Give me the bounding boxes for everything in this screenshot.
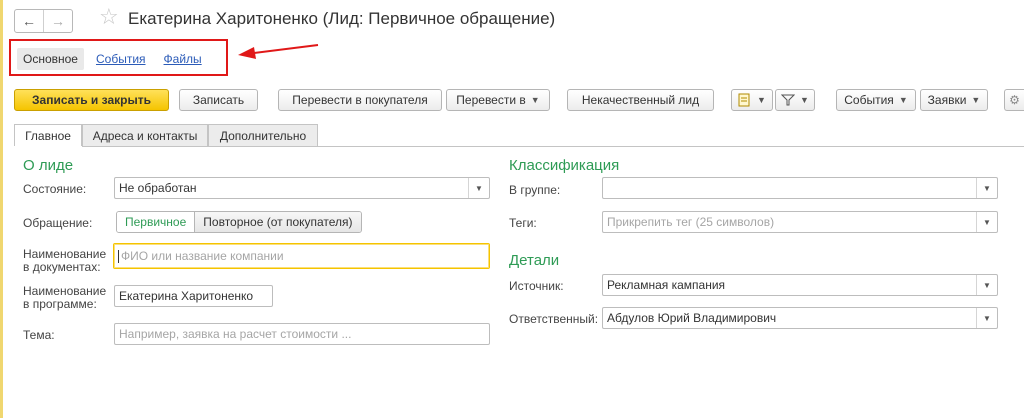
print-doc-icon xyxy=(738,93,750,107)
history-nav: ← → xyxy=(14,9,73,33)
topic-label: Тема: xyxy=(23,328,55,342)
tab-extra[interactable]: Дополнительно xyxy=(208,124,318,146)
chevron-down-icon: ▼ xyxy=(757,95,766,105)
requests-menu-label: Заявки xyxy=(927,93,967,107)
source-label: Источник: xyxy=(509,279,564,293)
responsible-label: Ответственный: xyxy=(509,312,599,326)
progname-value: Екатерина Харитоненко xyxy=(119,289,254,303)
about-section-title: О лиде xyxy=(23,157,74,174)
window-edge xyxy=(0,0,3,418)
back-arrow-icon[interactable]: ← xyxy=(15,10,43,32)
events-menu-label: События xyxy=(844,93,894,107)
events-menu-button[interactable]: События ▼ xyxy=(836,89,916,111)
details-section-title: Детали xyxy=(509,252,560,269)
active-tab-gap xyxy=(14,146,82,147)
docname-label-line2: в документах: xyxy=(23,260,101,274)
progname-label-line2: в программе: xyxy=(23,297,97,311)
tags-input[interactable]: Прикрепить тег (25 символов) ▼ xyxy=(602,211,998,233)
responsible-select[interactable]: Абдулов Юрий Владимирович ▼ xyxy=(602,307,998,329)
dropdown-arrow-icon[interactable]: ▼ xyxy=(976,308,997,328)
tags-label: Теги: xyxy=(509,216,537,230)
chevron-down-icon: ▼ xyxy=(530,95,540,105)
gear-icon: ⚙ xyxy=(1009,93,1020,107)
chevron-down-icon: ▼ xyxy=(898,95,908,105)
state-select[interactable]: Не обработан ▼ xyxy=(114,177,490,199)
convert-to-button[interactable]: Перевести в ▼ xyxy=(446,89,550,111)
settings-button[interactable]: ⚙ xyxy=(1004,89,1024,111)
to-customer-button[interactable]: Перевести в покупателя xyxy=(278,89,442,111)
dropdown-arrow-icon[interactable]: ▼ xyxy=(468,178,489,198)
highlight-frame xyxy=(9,39,228,76)
state-label: Состояние: xyxy=(23,182,87,196)
docname-placeholder: ФИО или название компании xyxy=(121,249,284,263)
dropdown-arrow-icon[interactable]: ▼ xyxy=(976,212,997,232)
classification-section-title: Классификация xyxy=(509,157,620,174)
group-select[interactable]: ▼ xyxy=(602,177,998,199)
tab-main[interactable]: Главное xyxy=(14,124,82,147)
favorite-star-icon[interactable]: ☆ xyxy=(99,6,119,28)
text-cursor xyxy=(118,249,119,263)
topic-placeholder: Например, заявка на расчет стоимости ... xyxy=(119,327,352,341)
progname-input[interactable]: Екатерина Харитоненко xyxy=(114,285,273,307)
save-button[interactable]: Записать xyxy=(179,89,258,111)
source-select[interactable]: Рекламная кампания ▼ xyxy=(602,274,998,296)
convert-to-label: Перевести в xyxy=(456,93,526,107)
topic-input[interactable]: Например, заявка на расчет стоимости ... xyxy=(114,323,490,345)
dropdown-arrow-icon[interactable]: ▼ xyxy=(976,275,997,295)
tab-addresses[interactable]: Адреса и контакты xyxy=(82,124,208,146)
state-value: Не обработан xyxy=(119,181,197,195)
docname-input[interactable]: ФИО или название компании xyxy=(113,243,490,269)
low-quality-lead-button[interactable]: Некачественный лид xyxy=(567,89,714,111)
print-button[interactable]: ▼ xyxy=(731,89,773,111)
page-title: Екатерина Харитоненко (Лид: Первичное об… xyxy=(128,9,556,28)
forward-arrow-icon[interactable]: → xyxy=(43,10,72,32)
annotation-arrow-icon xyxy=(238,44,319,59)
appeal-primary-option[interactable]: Первичное xyxy=(117,212,195,232)
filter-funnel-icon xyxy=(781,94,796,106)
requests-menu-button[interactable]: Заявки ▼ xyxy=(920,89,988,111)
chevron-down-icon: ▼ xyxy=(800,95,809,105)
appeal-switch: Первичное Повторное (от покупателя) xyxy=(116,211,362,233)
responsible-value: Абдулов Юрий Владимирович xyxy=(607,311,777,325)
save-and-close-button[interactable]: Записать и закрыть xyxy=(14,89,169,111)
chevron-down-icon: ▼ xyxy=(971,95,981,105)
appeal-repeat-option[interactable]: Повторное (от покупателя) xyxy=(194,212,361,232)
tags-placeholder: Прикрепить тег (25 символов) xyxy=(607,215,775,229)
group-label: В группе: xyxy=(509,183,561,197)
filter-button[interactable]: ▼ xyxy=(775,89,815,111)
source-value: Рекламная кампания xyxy=(607,278,726,292)
tab-divider xyxy=(14,146,1024,147)
appeal-label: Обращение: xyxy=(23,216,93,230)
dropdown-arrow-icon[interactable]: ▼ xyxy=(976,178,997,198)
